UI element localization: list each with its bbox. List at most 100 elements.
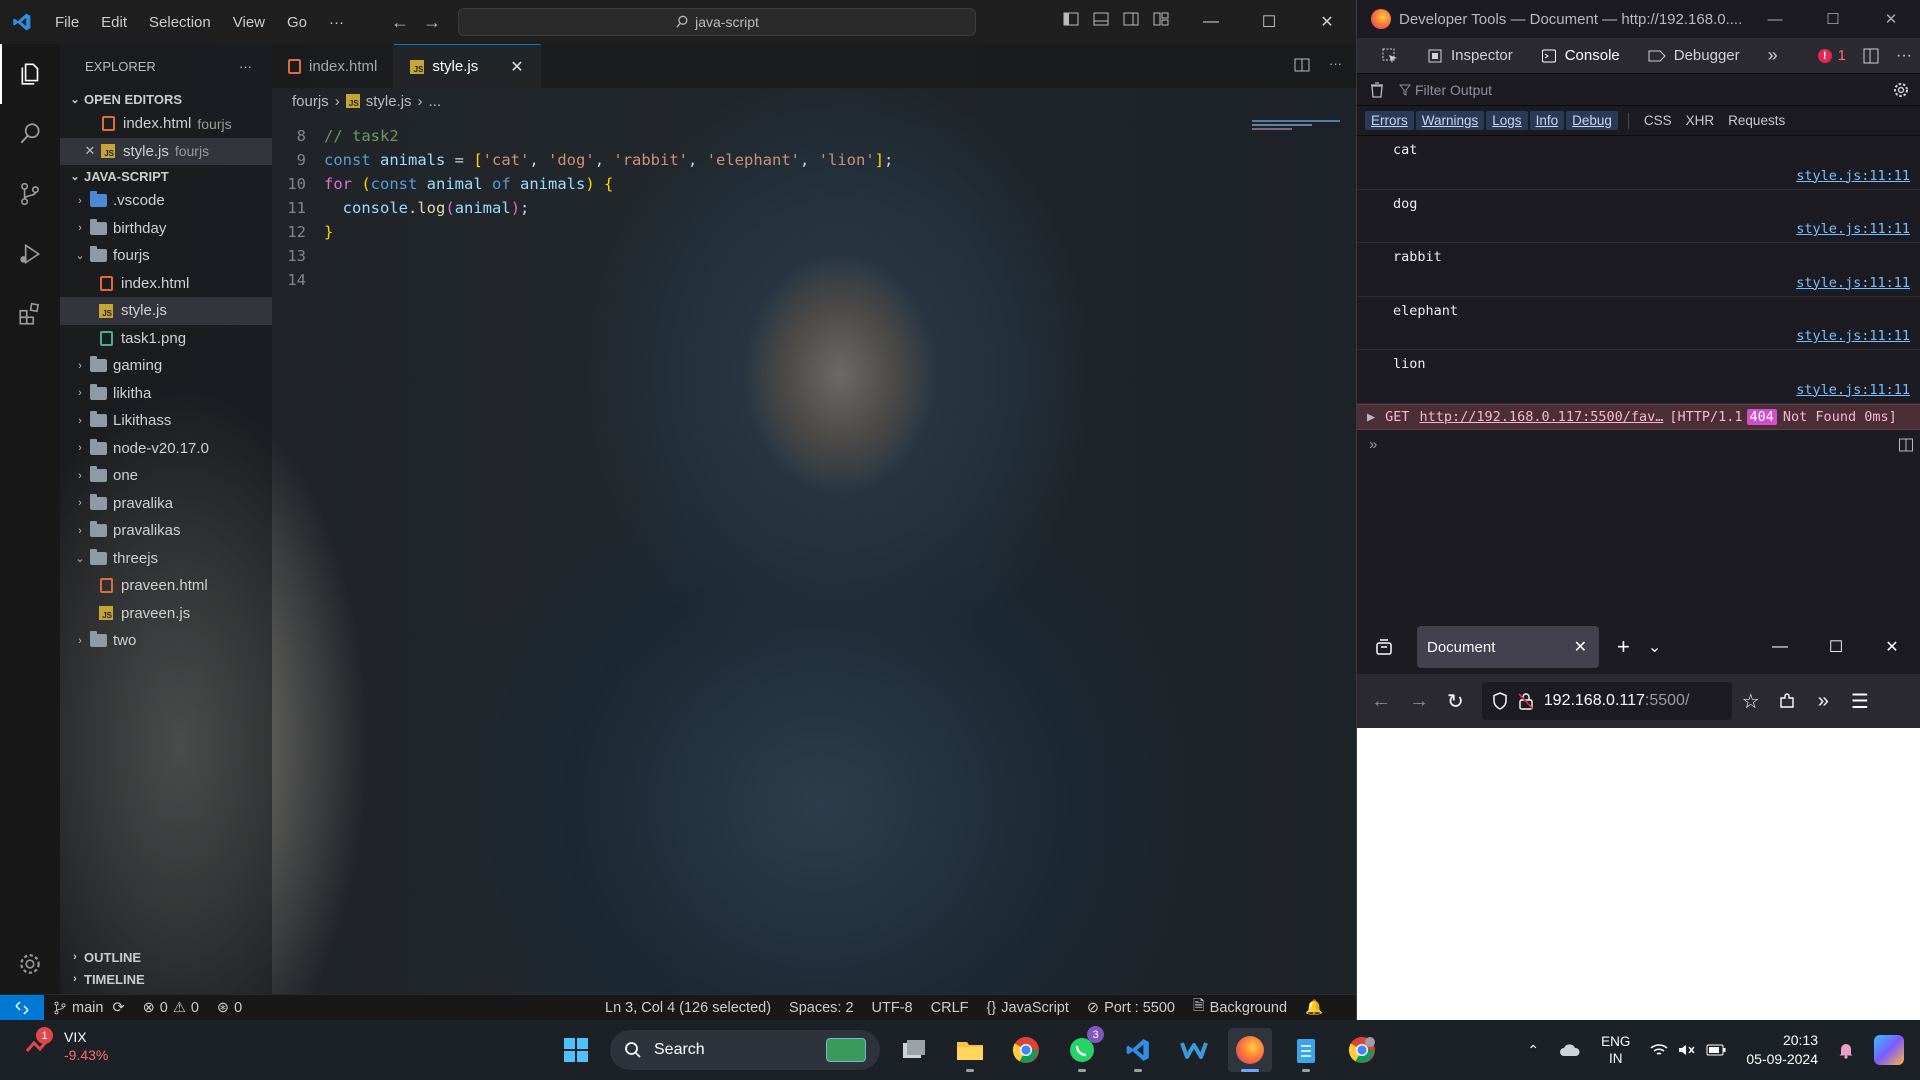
copilot-icon[interactable] [1874, 1035, 1904, 1065]
taskbar-search[interactable]: Search [610, 1030, 880, 1070]
open-editors-header[interactable]: ⌄ OPEN EDITORS [60, 88, 272, 110]
source-link[interactable]: style.js:11:11 [1796, 221, 1910, 237]
stock-widget[interactable]: 1 VIX -9.43% [24, 1027, 108, 1064]
task-view-icon[interactable] [892, 1028, 936, 1072]
filter-logs[interactable]: Logs [1486, 111, 1528, 130]
new-tab-icon[interactable]: + [1617, 634, 1630, 660]
menu-item[interactable]: Edit [90, 14, 138, 31]
background-extension[interactable]: 🗎 Background [1184, 995, 1296, 1020]
close-tab-icon[interactable]: ✕ [510, 57, 523, 77]
run-debug-icon[interactable] [0, 224, 60, 284]
insecure-lock-icon[interactable] [1518, 692, 1534, 710]
search-icon[interactable] [0, 104, 60, 164]
sync-icon[interactable]: ⟳ [112, 1000, 124, 1016]
file-explorer-icon[interactable] [948, 1028, 992, 1072]
tree-folder[interactable]: › one [60, 462, 272, 490]
filter-errors[interactable]: Errors [1365, 111, 1414, 130]
vscode-taskbar-icon[interactable] [1116, 1028, 1160, 1072]
indentation[interactable]: Spaces: 2 [780, 1000, 863, 1016]
network-error-row[interactable]: ▶ GET http://192.168.0.117:5500/fav… [HT… [1357, 403, 1920, 430]
url-bar[interactable]: 192.168.0.117:5500/ [1481, 682, 1732, 720]
trash-icon[interactable] [1369, 81, 1385, 99]
open-editor-item[interactable]: ✕ JS style.js fourjs [60, 137, 272, 165]
minimize-icon[interactable]: — [1746, 0, 1804, 38]
tree-file[interactable]: task1.png [60, 325, 272, 353]
shield-icon[interactable] [1492, 692, 1508, 710]
workspace-header[interactable]: ⌄ JAVA-SCRIPT [60, 165, 272, 187]
settings-gear-icon[interactable] [0, 934, 60, 994]
firefox-taskbar-icon[interactable] [1228, 1028, 1272, 1072]
responsive-design-icon[interactable] [1862, 47, 1880, 65]
explorer-icon[interactable] [0, 44, 60, 104]
tree-folder[interactable]: › pravalikas [60, 517, 272, 545]
tab-inspector[interactable]: Inspector [1415, 38, 1525, 74]
menu-item[interactable]: Selection [138, 14, 222, 31]
forward-arrow-icon[interactable]: → [1409, 690, 1429, 713]
problems-indicator[interactable]: ⊗ 0 ⚠ 0 [134, 1000, 208, 1016]
more-actions-icon[interactable]: ··· [1329, 56, 1342, 74]
filter-css[interactable]: CSS [1637, 111, 1679, 130]
menu-item[interactable]: View [222, 14, 276, 31]
git-branch[interactable]: main ⟳ [44, 1000, 134, 1016]
chevron-up-icon[interactable]: ⌃ [1527, 1042, 1539, 1059]
code-line[interactable]: 10 for (const animal of animals) { [272, 172, 1336, 196]
more-actions-icon[interactable]: ··· [239, 59, 252, 74]
code-editor[interactable]: 8 // task2 9 const animals = ['cat', 'dog',… [272, 124, 1336, 292]
extensions-icon[interactable] [0, 284, 60, 344]
source-link[interactable]: style.js:11:11 [1796, 328, 1910, 344]
reload-icon[interactable]: ↻ [1447, 689, 1464, 714]
close-icon[interactable]: ✕ [1864, 620, 1920, 674]
code-line[interactable]: 13 [272, 244, 1336, 268]
minimize-icon[interactable]: — [1752, 620, 1808, 674]
toggle-primary-sidebar-icon[interactable] [1062, 10, 1080, 28]
quick-settings[interactable] [1650, 1043, 1726, 1057]
menu-item[interactable]: ··· [318, 14, 355, 31]
tree-folder[interactable]: › .vscode [60, 187, 272, 215]
notifications-bell-icon[interactable]: 🔔 [1296, 999, 1332, 1016]
line-ending[interactable]: CRLF [922, 1000, 978, 1016]
close-tab-icon[interactable]: ✕ [1574, 637, 1587, 657]
maximize-icon[interactable]: ☐ [1808, 620, 1864, 674]
close-icon[interactable]: ✕ [1862, 0, 1920, 38]
bookmark-star-icon[interactable]: ☆ [1742, 689, 1760, 714]
language-indicator[interactable]: ENG IN [1601, 1033, 1630, 1067]
chevron-down-icon[interactable]: ⌄ [1648, 637, 1661, 657]
hamburger-menu-icon[interactable]: ☰ [1851, 689, 1869, 714]
source-link[interactable]: style.js:11:11 [1796, 168, 1910, 184]
tree-folder[interactable]: › two [60, 627, 272, 655]
tree-folder[interactable]: › pravalika [60, 490, 272, 518]
language-mode[interactable]: {} JavaScript [978, 1000, 1078, 1016]
console-settings-gear-icon[interactable] [1892, 81, 1910, 99]
source-link[interactable]: style.js:11:11 [1796, 382, 1910, 398]
filter-warnings[interactable]: Warnings [1415, 111, 1485, 130]
page-content[interactable] [1357, 728, 1920, 1020]
tree-folder[interactable]: › likitha [60, 380, 272, 408]
onedrive-cloud-icon[interactable] [1559, 1043, 1581, 1057]
browser-tab[interactable]: Document ✕ [1417, 626, 1599, 668]
breadcrumb-symbol[interactable]: ... [429, 93, 442, 110]
menu-item[interactable]: Go [276, 14, 318, 31]
firefox-view-icon[interactable] [1357, 637, 1411, 657]
cursor-position[interactable]: Ln 3, Col 4 (126 selected) [596, 1000, 780, 1016]
editor-mode-icon[interactable] [1898, 437, 1914, 453]
menu-item[interactable]: File [44, 14, 90, 31]
tree-folder[interactable]: › birthday [60, 215, 272, 243]
filter-info[interactable]: Info [1529, 111, 1565, 130]
tree-file[interactable]: JS praveen.js [60, 600, 272, 628]
devtools-menu-icon[interactable]: ··· [1896, 47, 1912, 65]
tree-folder[interactable]: ⌄ fourjs [60, 242, 272, 270]
clock[interactable]: 20:13 05-09-2024 [1746, 1031, 1818, 1069]
tab-debugger[interactable]: Debugger [1636, 38, 1752, 74]
code-line[interactable]: 8 // task2 [272, 124, 1336, 148]
whatsapp-icon[interactable]: 3 [1060, 1026, 1104, 1072]
filter-output-input[interactable]: Filter Output [1399, 82, 1492, 98]
remote-indicator-icon[interactable] [0, 994, 44, 1020]
filter-requests[interactable]: Requests [1721, 111, 1792, 130]
extensions-puzzle-icon[interactable] [1778, 692, 1796, 710]
forward-arrow-icon[interactable]: → [423, 12, 441, 33]
filter-xhr[interactable]: XHR [1679, 111, 1722, 130]
tab-style-js[interactable]: JS style.js ✕ [394, 44, 541, 88]
tree-folder[interactable]: ⌄ threejs [60, 545, 272, 573]
tree-file[interactable]: index.html [60, 270, 272, 298]
breadcrumb-file[interactable]: style.js [366, 93, 412, 110]
